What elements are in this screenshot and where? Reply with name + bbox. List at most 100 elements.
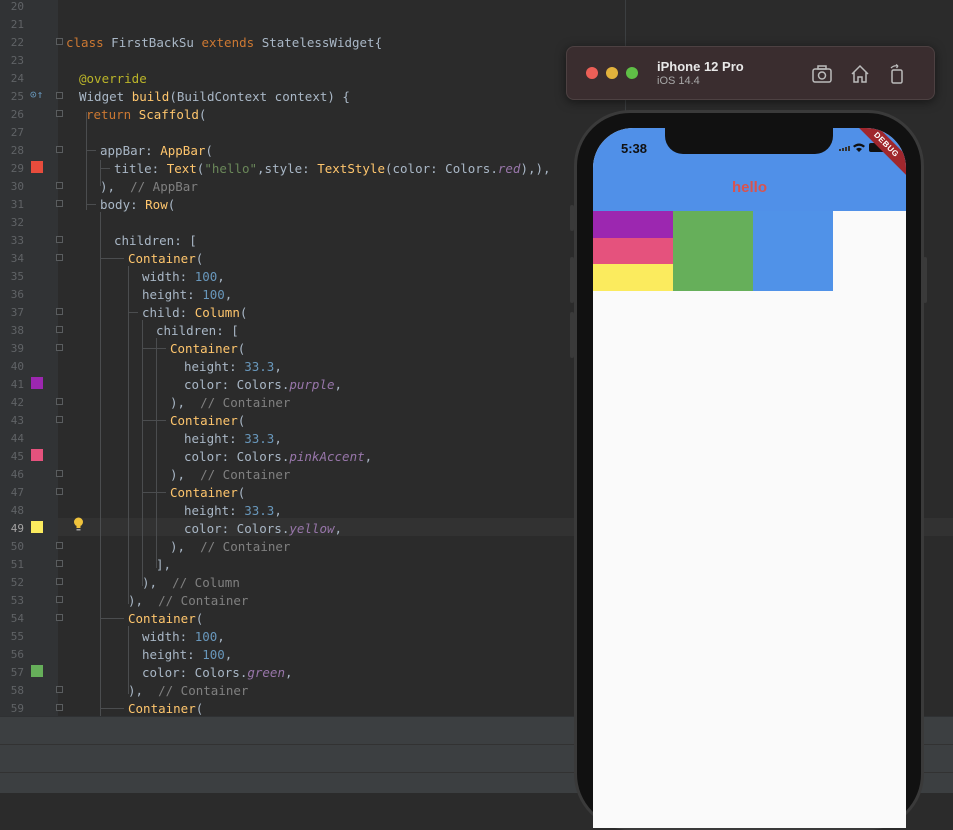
lightbulb-icon[interactable] [73,517,84,531]
color-swatch-purple[interactable] [31,377,43,389]
green-container [673,211,753,291]
code-line: class FirstBackSu extends StatelessWidge… [66,35,383,50]
blue-container [753,211,833,291]
code-line: ), // Container [128,593,249,608]
phone-screen[interactable]: 5:38 hello DEBUG [593,128,906,828]
code-line: Container( [170,413,246,428]
tree-guide [128,266,129,604]
code-line: return Scaffold( [86,107,207,122]
code-line: height: 33.3, [184,431,282,446]
minimize-window-button[interactable] [606,67,618,79]
code-line: ), // Column [142,575,240,590]
fold-marker[interactable] [56,110,63,117]
color-swatch-green[interactable] [31,665,43,677]
code-line: color: Colors.green, [142,665,293,680]
code-line: @override [79,71,147,86]
signal-icon [839,146,850,151]
fold-marker[interactable] [56,488,63,495]
fold-marker[interactable] [56,308,63,315]
code-line: Container( [128,251,204,266]
fold-marker[interactable] [56,254,63,261]
line-number: 53 [10,594,24,607]
line-number: 33 [10,234,24,247]
tree-guide [142,492,166,493]
purple-container [593,211,673,238]
line-number: 48 [10,504,24,517]
home-icon[interactable] [849,63,871,85]
wifi-icon [853,143,865,152]
fold-marker[interactable] [56,398,63,405]
fold-marker[interactable] [56,578,63,585]
line-number: 56 [10,648,24,661]
notch [665,128,833,154]
code-line: ), // AppBar [100,179,198,194]
simulator-title-bar[interactable]: iPhone 12 Pro iOS 14.4 [566,46,935,100]
line-number: 55 [10,630,24,643]
color-swatch-yellow[interactable] [31,521,43,533]
line-number: 46 [10,468,24,481]
line-number: 44 [10,432,24,445]
code-line: color: Colors.pinkAccent, [184,449,373,464]
line-number: 57 [10,666,24,679]
line-number: 24 [10,72,24,85]
maximize-window-button[interactable] [626,67,638,79]
override-gutter-icon[interactable]: ⊙↑ [30,89,43,101]
fold-marker[interactable] [56,200,63,207]
color-swatch-pink[interactable] [31,449,43,461]
code-line: height: 33.3, [184,503,282,518]
tree-guide [142,320,143,586]
line-number: 38 [10,324,24,337]
status-time: 5:38 [621,141,648,156]
tree-guide [86,112,87,210]
code-line: appBar: AppBar( [100,143,213,158]
code-line: child: Column( [142,305,248,320]
line-number: 34 [10,252,24,265]
fold-marker[interactable] [56,326,63,333]
tree-guide [128,312,138,313]
fold-marker[interactable] [56,596,63,603]
code-line: Container( [170,485,246,500]
fold-marker[interactable] [56,344,63,351]
line-number: 51 [10,558,24,571]
line-number: 29 [10,162,24,175]
device-name: iPhone 12 Pro [657,59,744,74]
line-number: 28 [10,144,24,157]
line-number: 37 [10,306,24,319]
code-line: color: Colors.purple, [184,377,343,392]
line-number: 22 [10,36,24,49]
tree-guide [142,420,166,421]
line-number: 25 [10,90,24,103]
line-number: 40 [10,360,24,373]
tree-guide [100,618,124,619]
line-number: 45 [10,450,24,463]
color-swatch-red[interactable] [31,161,43,173]
fold-marker[interactable] [56,470,63,477]
fold-marker[interactable] [56,236,63,243]
fold-marker[interactable] [56,542,63,549]
code-line: ), // Container [170,467,291,482]
code-line: ], [156,557,172,572]
tree-guide [100,212,101,716]
code-line: body: Row( [100,197,176,212]
code-line: ), // Container [170,395,291,410]
close-window-button[interactable] [586,67,598,79]
fold-marker[interactable] [56,92,63,99]
line-number-current: 49 [10,522,24,535]
volume-up-button [570,257,574,303]
fold-marker[interactable] [56,704,63,711]
rotate-icon[interactable] [886,63,908,85]
fold-marker[interactable] [56,614,63,621]
fold-marker[interactable] [56,560,63,567]
fold-marker[interactable] [56,38,63,45]
tree-guide [100,258,124,259]
fold-marker[interactable] [56,416,63,423]
screenshot-icon[interactable] [811,63,833,85]
tree-guide [100,168,110,169]
editor-gutter: 20 21 22 23 24 25 26 27 28 29 30 31 32 3… [0,0,63,716]
code-line: height: 100, [142,287,233,302]
pink-accent-container [593,238,673,264]
fold-marker[interactable] [56,686,63,693]
os-version: iOS 14.4 [657,75,700,87]
fold-marker[interactable] [56,182,63,189]
fold-marker[interactable] [56,146,63,153]
